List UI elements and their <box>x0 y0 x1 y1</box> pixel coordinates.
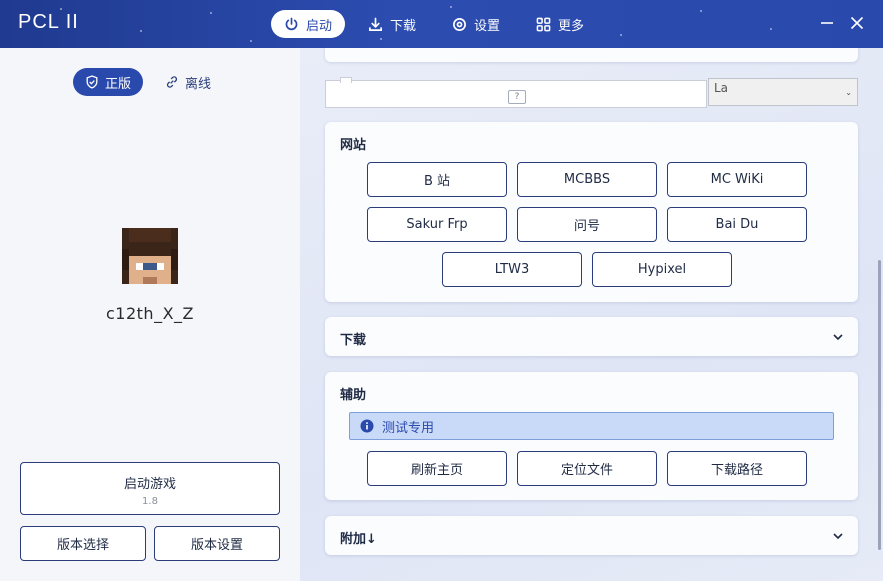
chevron-down-icon <box>833 334 843 341</box>
link-bilibili-button[interactable]: B 站 <box>367 162 507 197</box>
chevron-down-icon: ⌄ <box>845 88 852 97</box>
scrollbar[interactable] <box>878 260 881 550</box>
helper-card: 辅助 测试专用 刷新主页 定位文件 下载路径 <box>325 372 858 500</box>
download-path-button[interactable]: 下载路径 <box>667 451 807 486</box>
link-mcbbs-button[interactable]: MCBBS <box>517 162 657 197</box>
minimize-button[interactable] <box>816 12 838 34</box>
extra-card[interactable]: 附加↓ <box>325 516 858 555</box>
nav-launch-label: 启动 <box>306 18 333 34</box>
main-nav: 启动 下载 设置 更多 <box>271 10 597 38</box>
text-input-tab <box>340 77 352 83</box>
mode-offline[interactable]: 离线 <box>153 68 223 96</box>
chevron-down-icon <box>833 533 843 540</box>
close-icon <box>850 16 864 30</box>
launch-game-version: 1.8 <box>142 496 158 507</box>
info-text: 测试专用 <box>382 420 435 436</box>
top-card <box>325 48 858 62</box>
info-bar: 测试专用 <box>349 412 834 440</box>
download-card[interactable]: 下载 <box>325 317 858 356</box>
nav-download[interactable]: 下载 <box>355 10 429 38</box>
link-sakurfrp-button[interactable]: Sakur Frp <box>367 207 507 242</box>
shield-icon <box>86 75 98 89</box>
download-title: 下载 <box>340 333 367 348</box>
content-area: ? La ⌄ 网站 B 站 MCBBS MC WiKi Sakur Frp 问号… <box>300 48 883 581</box>
helper-title: 辅助 <box>340 388 367 403</box>
launch-game-label: 启动游戏 <box>123 477 176 492</box>
info-icon <box>360 419 374 433</box>
power-icon <box>285 17 298 30</box>
gear-icon <box>453 17 466 31</box>
nav-launch[interactable]: 启动 <box>271 10 346 38</box>
launch-game-button[interactable]: 启动游戏 1.8 <box>20 462 280 515</box>
login-mode-switch: 正版 离线 <box>73 68 223 96</box>
version-select-button[interactable]: 版本选择 <box>20 526 146 561</box>
username: c12th_X_Z <box>106 304 194 323</box>
language-select-value: La <box>714 81 729 95</box>
websites-card: 网站 B 站 MCBBS MC WiKi Sakur Frp 问号 Bai Du… <box>325 122 858 302</box>
nav-settings[interactable]: 设置 <box>439 10 513 38</box>
mode-official[interactable]: 正版 <box>73 68 144 96</box>
nav-more[interactable]: 更多 <box>523 10 597 38</box>
app-title: PCL II <box>18 11 79 33</box>
locate-file-button[interactable]: 定位文件 <box>517 451 657 486</box>
player-avatar <box>122 228 178 284</box>
nav-settings-label: 设置 <box>474 18 501 34</box>
title-bar: PCL II 启动 下载 设置 更多 <box>0 0 883 48</box>
mode-official-label: 正版 <box>105 76 132 92</box>
extra-title: 附加↓ <box>340 532 377 547</box>
text-input[interactable]: ? <box>325 77 707 108</box>
link-ltw3-button[interactable]: LTW3 <box>442 252 582 287</box>
download-icon <box>369 17 382 31</box>
websites-title: 网站 <box>340 138 367 153</box>
version-settings-button[interactable]: 版本设置 <box>154 526 280 561</box>
language-select[interactable]: La ⌄ <box>708 78 858 106</box>
nav-more-label: 更多 <box>558 18 585 34</box>
grid-icon <box>536 17 551 31</box>
link-mcwiki-button[interactable]: MC WiKi <box>667 162 807 197</box>
help-icon[interactable]: ? <box>508 90 526 104</box>
mode-offline-label: 离线 <box>185 76 212 92</box>
minimize-icon <box>821 22 833 24</box>
link-baidu-button[interactable]: Bai Du <box>667 207 807 242</box>
refresh-home-button[interactable]: 刷新主页 <box>367 451 507 486</box>
link-wenhao-button[interactable]: 问号 <box>517 207 657 242</box>
nav-download-label: 下载 <box>390 18 417 34</box>
left-panel: 正版 离线 c12th_X_Z 启动游戏 1.8 版本选择 版本设置 <box>0 48 300 581</box>
close-button[interactable] <box>846 12 868 34</box>
link-icon <box>167 76 178 88</box>
link-hypixel-button[interactable]: Hypixel <box>592 252 732 287</box>
